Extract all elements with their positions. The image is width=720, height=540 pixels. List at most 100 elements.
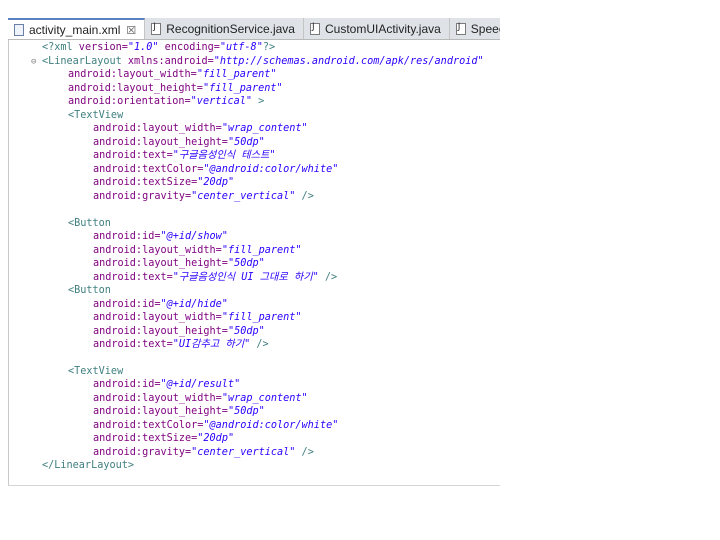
java-file-icon [151, 22, 162, 35]
code-attribute: android:textColor= [93, 420, 204, 431]
xml-declaration-end: ?> [262, 42, 276, 53]
code-line: <LinearLayout xmlns:android="http://sche… [42, 55, 484, 68]
code-attribute: android:layout_width= [93, 245, 222, 256]
code-tag: <Button [68, 218, 111, 229]
code-line: android:text="UI감추고 하기" /> [93, 338, 269, 351]
code-line: <TextView [68, 365, 123, 378]
code-tag: </LinearLayout> [42, 460, 135, 471]
tab-recognition-service-java[interactable]: RecognitionService.java [145, 18, 304, 39]
xml-file-icon [14, 24, 24, 36]
code-line: android:layout_width="wrap_content" [93, 392, 308, 405]
code-value: "50dp" [227, 258, 265, 269]
tab-speech-java[interactable]: Speech [449, 18, 500, 39]
code-value: "wrap_content" [221, 123, 308, 134]
code-attribute: android:layout_width= [68, 69, 197, 80]
code-line: android:gravity="center_vertical" /> [93, 190, 314, 203]
xml-declaration: <?xml [42, 42, 73, 53]
code-line: android:textColor="@android:color/white" [93, 419, 338, 432]
code-tag-end: /> [318, 272, 338, 283]
code-attribute: android:text= [93, 272, 173, 283]
code-value: "fill_parent" [221, 312, 302, 323]
code-line: </LinearLayout> [42, 459, 134, 472]
code-attribute: android:textSize= [93, 433, 198, 444]
tab-label: Speech [470, 22, 500, 36]
java-file-icon [455, 22, 466, 35]
code-line: android:layout_width="fill_parent" [93, 244, 302, 257]
code-line: <TextView [68, 109, 123, 122]
code-line: android:text="구글음성인식 UI 그대로 하기" /> [93, 271, 337, 284]
code-line: <?xml version="1.0" encoding="utf-8"?> [42, 41, 275, 54]
code-line: android:layout_width="wrap_content" [93, 122, 308, 135]
code-tag-end: > [252, 96, 265, 107]
code-attribute: android:text= [93, 339, 173, 350]
code-line: android:layout_width="fill_parent" [93, 311, 302, 324]
code-attribute: android:layout_height= [93, 326, 228, 337]
code-value: "center_vertical" [191, 191, 296, 202]
java-file-icon [309, 22, 320, 35]
code-value: "50dp" [227, 326, 265, 337]
code-value: "fill_parent" [202, 83, 283, 94]
code-line: <Button [68, 217, 111, 230]
code-value: "fill_parent" [221, 245, 302, 256]
code-line: android:id="@+id/hide" [93, 298, 228, 311]
code-tag-end: /> [295, 447, 314, 458]
code-attribute: android:layout_height= [93, 258, 228, 269]
code-attribute: encoding= [158, 42, 220, 53]
code-line: android:orientation="vertical" > [68, 95, 264, 108]
code-attribute: android:layout_width= [93, 123, 222, 134]
code-line: android:textColor="@android:color/white" [93, 163, 338, 176]
code-attribute: android:orientation= [68, 96, 191, 107]
code-attribute: android:layout_height= [93, 406, 228, 417]
code-attribute: xmlns:android= [121, 56, 214, 67]
code-attribute: android:layout_width= [93, 393, 222, 404]
code-value: "구글음성인식 테스트" [172, 150, 276, 161]
code-attribute: version= [72, 42, 128, 53]
code-attribute: android:layout_width= [93, 312, 222, 323]
code-attribute: android:gravity= [93, 191, 192, 202]
code-value: "구글음성인식 UI 그대로 하기" [172, 272, 319, 283]
tab-activity-main-xml[interactable]: activity_main.xml ☒ [8, 18, 146, 39]
code-attribute: android:id= [93, 231, 161, 242]
code-value: "fill_parent" [196, 69, 277, 80]
code-line: android:layout_height="50dp" [93, 405, 265, 418]
code-value: "@+id/show" [160, 231, 228, 242]
code-line: android:gravity="center_vertical" /> [93, 446, 314, 459]
code-attribute: android:id= [93, 299, 161, 310]
code-line: android:id="@+id/result" [93, 378, 240, 391]
code-tag-end: /> [295, 191, 314, 202]
code-line: android:layout_width="fill_parent" [68, 68, 277, 81]
code-attribute: android:textColor= [93, 164, 204, 175]
code-value: "@android:color/white" [203, 420, 339, 431]
code-value: "utf-8" [219, 42, 263, 53]
code-value: "vertical" [190, 96, 253, 107]
code-value: "20dp" [197, 433, 235, 444]
code-attribute: android:gravity= [93, 447, 192, 458]
code-tag: <Button [68, 285, 111, 296]
tab-label: RecognitionService.java [166, 22, 295, 36]
code-value: "50dp" [227, 137, 265, 148]
tab-label: activity_main.xml [29, 23, 121, 37]
code-line: android:layout_height="50dp" [93, 257, 265, 270]
xml-code-editor[interactable]: <?xml version="1.0" encoding="utf-8"?> ⊖… [8, 40, 500, 486]
code-attribute: android:text= [93, 150, 173, 161]
code-line: android:textSize="20dp" [93, 176, 234, 189]
code-attribute: android:textSize= [93, 177, 198, 188]
code-line: android:textSize="20dp" [93, 432, 234, 445]
code-tag: <TextView [68, 110, 124, 121]
code-attribute: android:layout_height= [68, 83, 203, 94]
code-attribute: android:id= [93, 379, 161, 390]
code-value: "@+id/result" [160, 379, 241, 390]
code-tag: <TextView [68, 366, 124, 377]
code-line: android:id="@+id/show" [93, 230, 228, 243]
code-line: android:text="구글음성인식 테스트" [93, 149, 276, 162]
code-value: "@android:color/white" [203, 164, 339, 175]
code-line: android:layout_height="50dp" [93, 325, 265, 338]
code-value: "wrap_content" [221, 393, 308, 404]
tab-custom-ui-activity-java[interactable]: CustomUIActivity.java [303, 18, 450, 39]
close-tab-icon[interactable]: ☒ [126, 24, 136, 37]
fold-collapse-icon[interactable]: ⊖ [31, 57, 36, 67]
code-tag: <LinearLayout [42, 56, 122, 67]
code-value: "1.0" [127, 42, 159, 53]
code-line: android:layout_height="50dp" [93, 136, 265, 149]
code-value: "20dp" [197, 177, 235, 188]
